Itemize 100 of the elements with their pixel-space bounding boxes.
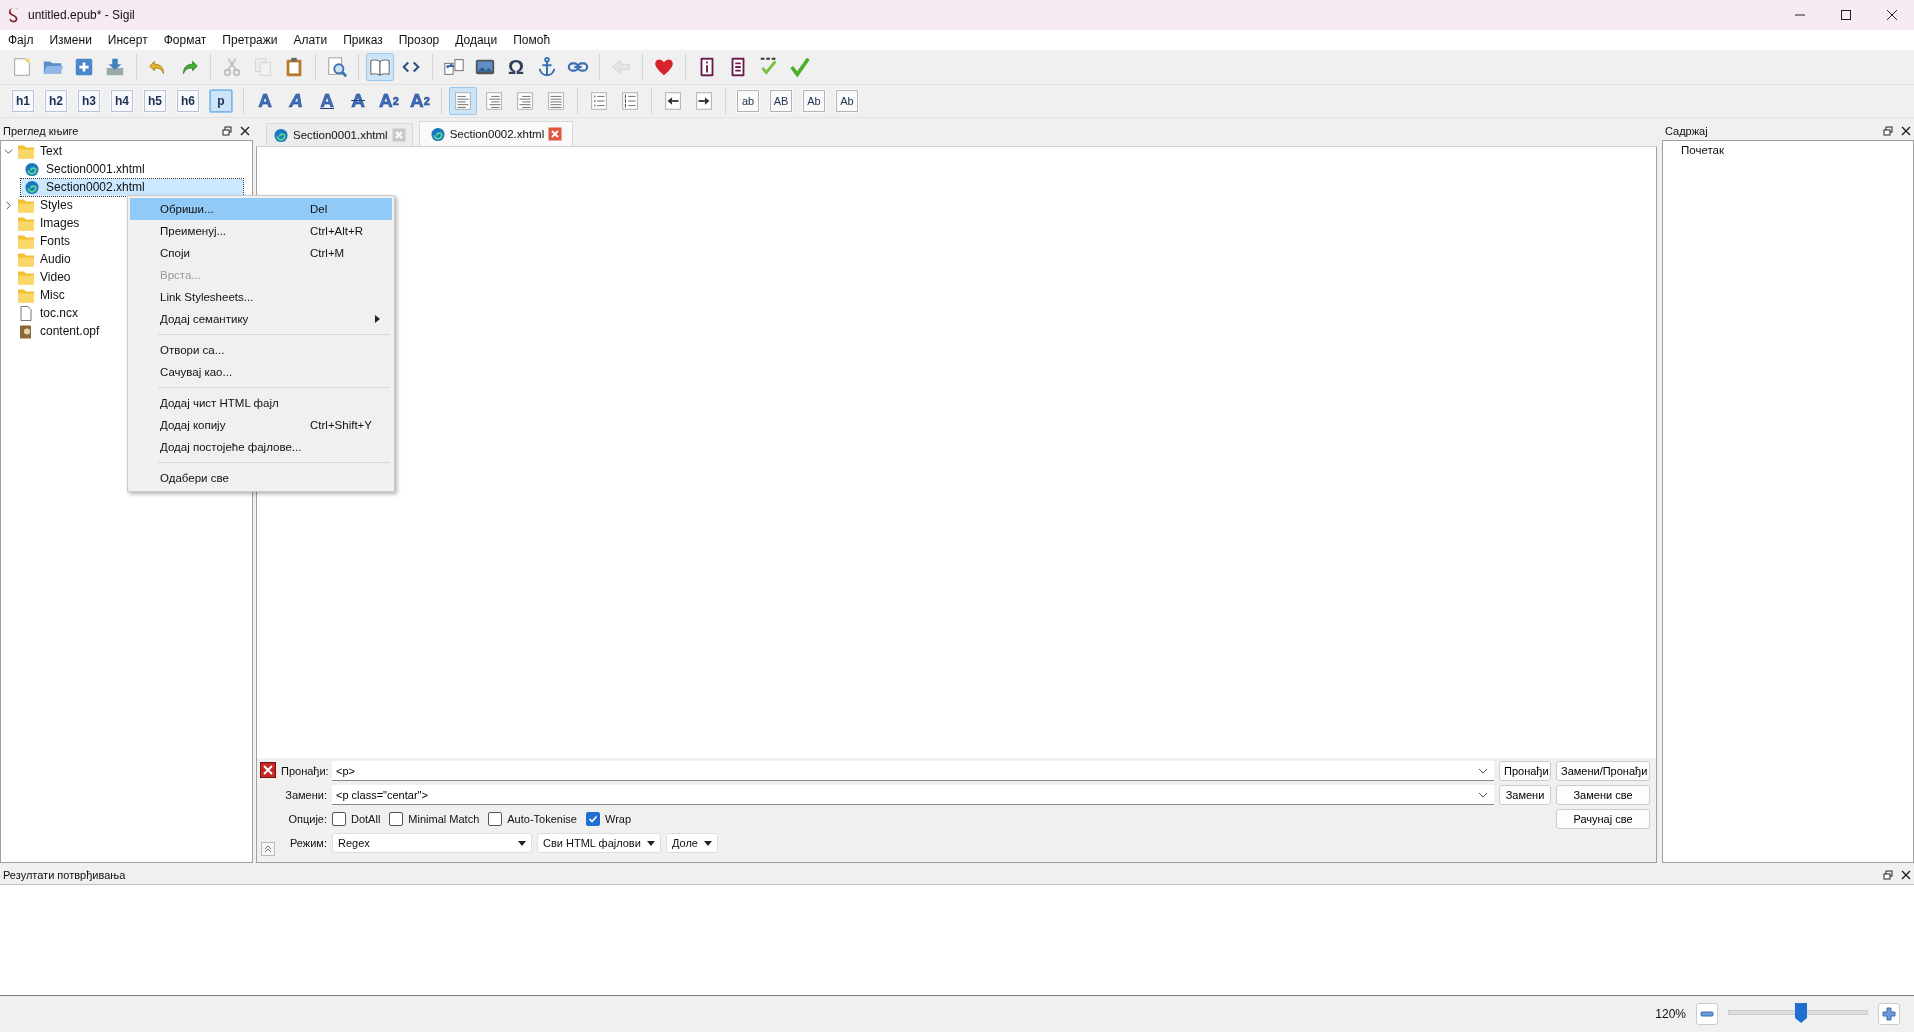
tree-item[interactable]: Audio bbox=[15, 250, 74, 268]
zoom-in-button[interactable] bbox=[1878, 1003, 1900, 1025]
menu-item[interactable]: Преименуј... Ctrl+Alt+R bbox=[130, 220, 392, 242]
caret-icon bbox=[647, 840, 655, 846]
menu-item[interactable]: Одабери све bbox=[130, 467, 392, 489]
replace-find-button[interactable]: Замени/Пронађи bbox=[1556, 761, 1650, 781]
tree-item[interactable]: Section0001.xhtml bbox=[21, 160, 148, 178]
menu-item[interactable]: Помоћ bbox=[505, 33, 559, 47]
tree-item[interactable]: Misc bbox=[15, 286, 68, 304]
checkbox[interactable] bbox=[332, 812, 346, 826]
tree-item[interactable]: Section0002.xhtml bbox=[21, 178, 243, 196]
close-icon[interactable] bbox=[260, 762, 276, 778]
align-button[interactable] bbox=[449, 87, 477, 115]
editor-tab[interactable]: Section0002.xhtml bbox=[418, 121, 574, 146]
bullet-list-icon bbox=[588, 90, 610, 112]
book-view-button[interactable] bbox=[366, 53, 394, 81]
scope-dropdown[interactable]: Сви HTML фајлови bbox=[537, 833, 661, 853]
menu-item[interactable]: Сачувај као... bbox=[130, 361, 392, 383]
menu-item[interactable]: Обриши... Del bbox=[130, 198, 392, 220]
tree-item[interactable]: Images bbox=[15, 214, 83, 232]
checkbox[interactable] bbox=[488, 812, 503, 826]
field-label: Замени: bbox=[284, 789, 327, 801]
text-case-button[interactable]: Ab bbox=[802, 89, 826, 113]
close-tab-icon[interactable] bbox=[548, 127, 563, 141]
chevron-icon[interactable] bbox=[1478, 792, 1488, 798]
check-icon bbox=[789, 56, 811, 78]
tree-item[interactable]: Styles bbox=[15, 196, 76, 214]
slider-thumb[interactable] bbox=[1794, 1003, 1807, 1023]
heading-button[interactable]: h6 bbox=[176, 89, 200, 113]
editor-tab[interactable]: Section0001.xhtml bbox=[266, 123, 413, 146]
copy-icon bbox=[252, 56, 274, 78]
align-icon bbox=[452, 90, 474, 112]
checkbox[interactable] bbox=[585, 812, 600, 826]
chevron-icon[interactable] bbox=[1478, 768, 1488, 774]
count-all-button[interactable]: Рачунај све bbox=[1556, 809, 1650, 829]
text-style-button[interactable]: A bbox=[313, 87, 341, 115]
heading-button[interactable]: h1 bbox=[11, 89, 35, 113]
toc-entry[interactable]: Почетак bbox=[1681, 144, 1724, 160]
menu-item[interactable]: Додај копију Ctrl+Shift+Y bbox=[130, 414, 392, 436]
menu-item[interactable]: Измени bbox=[41, 33, 100, 47]
menu-item[interactable]: Инсерт bbox=[99, 33, 156, 47]
float-icon[interactable] bbox=[1883, 126, 1893, 136]
close-icon[interactable] bbox=[1901, 126, 1911, 136]
menu-item[interactable]: Приказ bbox=[335, 33, 391, 47]
replace-button[interactable]: Замени bbox=[1499, 785, 1551, 805]
checkbox-label: Minimal Match bbox=[408, 813, 480, 825]
zoom-out-button[interactable] bbox=[1696, 1003, 1718, 1025]
menu-item[interactable]: Додај чист HTML фајл bbox=[130, 392, 392, 414]
heading-button[interactable]: p bbox=[209, 89, 233, 113]
anchor-icon bbox=[536, 56, 558, 78]
plus-icon bbox=[1882, 1007, 1896, 1021]
caret-icon bbox=[518, 840, 526, 846]
close-icon[interactable] bbox=[1901, 870, 1911, 880]
tree-item[interactable]: content.opf bbox=[15, 322, 103, 340]
replace-all-button[interactable]: Замени све bbox=[1556, 785, 1650, 805]
tree-item[interactable]: toc.ncx bbox=[15, 304, 81, 322]
tree-item[interactable]: Video bbox=[15, 268, 74, 286]
mode-dropdown[interactable]: Regex bbox=[332, 833, 532, 853]
replace-field[interactable]: <p class="centar"> bbox=[332, 785, 1494, 805]
menu-item[interactable]: Додај постојеће фајлове... bbox=[130, 436, 392, 458]
float-icon[interactable] bbox=[222, 126, 232, 136]
menu-item[interactable]: Додаци bbox=[447, 33, 506, 47]
find-button[interactable]: Пронађи bbox=[1499, 761, 1551, 781]
collapse-icon[interactable] bbox=[261, 842, 275, 856]
window-title: untitled.epub* - Sigil bbox=[28, 8, 135, 22]
close-icon[interactable] bbox=[240, 126, 250, 136]
checkbox[interactable] bbox=[389, 812, 404, 826]
text-style-button[interactable]: A bbox=[282, 87, 310, 115]
text-case-button[interactable]: Ab bbox=[835, 89, 859, 113]
insert-symbol-button[interactable]: Ω bbox=[502, 53, 530, 81]
menu-item[interactable]: Отвори са... bbox=[130, 339, 392, 361]
zoom-slider[interactable] bbox=[1728, 1003, 1868, 1025]
menu-item[interactable]: Link Stylesheets... bbox=[130, 286, 392, 308]
menu-item[interactable]: Фајл bbox=[0, 33, 42, 47]
heading-button[interactable]: h3 bbox=[77, 89, 101, 113]
outdent-icon bbox=[662, 90, 684, 112]
heading-button[interactable]: h5 bbox=[143, 89, 167, 113]
heading-button[interactable]: h2 bbox=[44, 89, 68, 113]
zoom-level: 120% bbox=[1655, 1007, 1686, 1021]
text-case-button[interactable]: ab bbox=[736, 89, 760, 113]
menu-item[interactable]: Алати bbox=[285, 33, 336, 47]
menu-item[interactable]: Претражи bbox=[214, 33, 286, 47]
menu-item[interactable]: Формат bbox=[155, 33, 215, 47]
direction-dropdown[interactable]: Доле bbox=[666, 833, 718, 853]
menu-item[interactable]: Споји Ctrl+M bbox=[130, 242, 392, 264]
text-style-button[interactable]: A bbox=[251, 87, 279, 115]
text-style-button[interactable]: A$^{2}$ bbox=[406, 87, 434, 115]
maximize-icon[interactable] bbox=[1840, 9, 1852, 21]
text-case-button[interactable]: AB bbox=[769, 89, 793, 113]
close-icon[interactable] bbox=[1886, 9, 1898, 21]
menu-item[interactable]: Додај семантику bbox=[130, 308, 392, 330]
find-field[interactable]: <p> bbox=[332, 761, 1494, 781]
tree-item[interactable]: Text bbox=[15, 142, 65, 160]
menu-item[interactable]: Прозор bbox=[390, 33, 448, 47]
heading-button[interactable]: h4 bbox=[110, 89, 134, 113]
float-icon[interactable] bbox=[1883, 870, 1893, 880]
tree-item[interactable]: Fonts bbox=[15, 232, 73, 250]
page-icon bbox=[11, 56, 33, 78]
panel-title: Преглед књиге bbox=[3, 125, 79, 137]
text-style-button[interactable]: A bbox=[344, 87, 372, 115]
